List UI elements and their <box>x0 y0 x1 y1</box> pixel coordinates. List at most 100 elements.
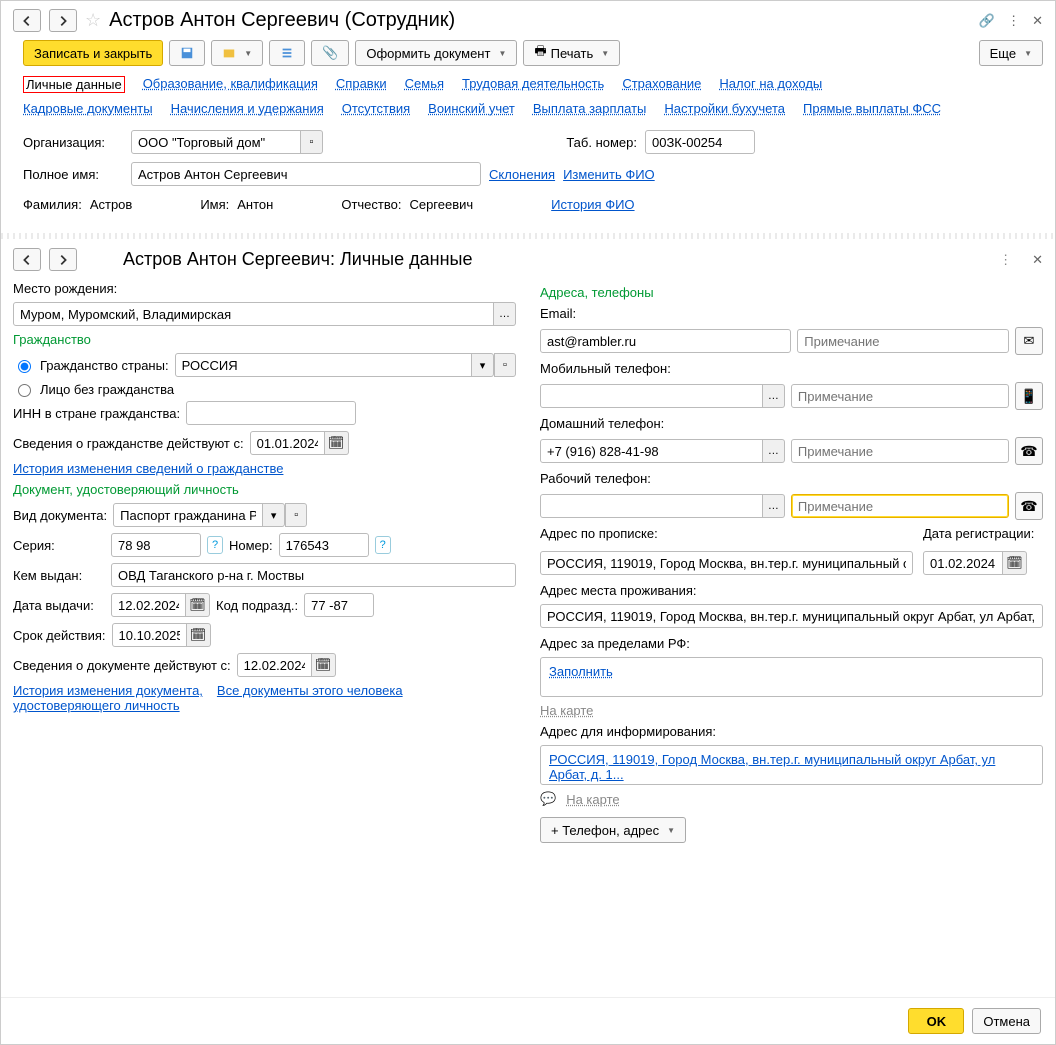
save-button[interactable] <box>169 40 205 66</box>
citizenship-country-radio[interactable] <box>18 360 31 373</box>
home-note-input[interactable] <box>791 439 1009 463</box>
live-addr-input[interactable] <box>540 604 1043 628</box>
attach-button[interactable]: 📎 <box>311 40 349 66</box>
patronymic-label: Отчество: <box>341 197 401 212</box>
org-input[interactable] <box>131 130 301 154</box>
foreign-addr-box[interactable]: Заполнить <box>540 657 1043 697</box>
stateless-radio[interactable] <box>18 384 31 397</box>
tab-hr-docs[interactable]: Кадровые документы <box>23 101 153 116</box>
tab-tax[interactable]: Налог на доходы <box>719 76 822 93</box>
email-note-input[interactable] <box>797 329 1009 353</box>
tab-education[interactable]: Образование, квалификация <box>143 76 318 93</box>
tab-personal[interactable]: Личные данные <box>23 76 125 93</box>
tab-payroll[interactable]: Начисления и удержания <box>171 101 324 116</box>
panel-kebab-icon[interactable]: ⋮ <box>999 252 1012 268</box>
number-input[interactable] <box>279 533 369 557</box>
reg-addr-label: Адрес по прописке: <box>540 526 658 541</box>
mobile-more-button[interactable]: … <box>763 384 785 408</box>
valid-until-calendar-icon[interactable]: 🗓 <box>187 623 211 647</box>
doc-type-input[interactable] <box>113 503 263 527</box>
back-button[interactable] <box>13 9 41 32</box>
folder-dropdown-button[interactable] <box>211 40 263 66</box>
add-phone-button[interactable]: + Телефон, адрес <box>540 817 686 843</box>
favorite-star-icon[interactable]: ☆ <box>85 10 101 31</box>
tab-insurance[interactable]: Страхование <box>622 76 701 93</box>
doc-from-calendar-icon[interactable]: 🗓 <box>312 653 336 677</box>
info-addr-value[interactable]: РОССИЯ, 119019, Город Москва, вн.тер.г. … <box>549 752 995 782</box>
citizenship-from-calendar-icon[interactable]: 🗓 <box>325 431 349 455</box>
work-more-button[interactable]: … <box>763 494 785 518</box>
doc-from-input[interactable] <box>237 653 312 677</box>
work-note-input[interactable] <box>791 494 1009 518</box>
citizenship-dropdown-button[interactable]: ▾ <box>472 353 494 377</box>
series-input[interactable] <box>111 533 201 557</box>
cancel-button[interactable]: Отмена <box>972 1008 1041 1034</box>
link-icon[interactable]: 🔗 <box>979 13 995 29</box>
tabnum-input[interactable] <box>645 130 755 154</box>
info-addr-box[interactable]: РОССИЯ, 119019, Город Москва, вн.тер.г. … <box>540 745 1043 785</box>
forward-button[interactable] <box>49 9 77 32</box>
tab-fss[interactable]: Прямые выплаты ФСС <box>803 101 941 116</box>
panel-close-icon[interactable]: ✕ <box>1032 252 1043 268</box>
tab-salary[interactable]: Выплата зарплаты <box>533 101 647 116</box>
on-map-link-2[interactable]: На карте <box>566 792 619 807</box>
issued-by-input[interactable] <box>111 563 516 587</box>
reg-date-calendar-icon[interactable]: 🗓 <box>1003 551 1027 575</box>
ok-button[interactable]: OK <box>908 1008 964 1034</box>
panel-back-button[interactable] <box>13 248 41 271</box>
birthplace-more-button[interactable]: … <box>494 302 516 326</box>
citizenship-country-input[interactable] <box>175 353 472 377</box>
save-close-button[interactable]: Записать и закрыть <box>23 40 163 66</box>
home-call-button[interactable]: ☎ <box>1015 437 1043 465</box>
birthplace-input[interactable] <box>13 302 494 326</box>
subdiv-input[interactable] <box>304 593 374 617</box>
mobile-note-input[interactable] <box>791 384 1009 408</box>
declension-link[interactable]: Склонения <box>489 167 555 182</box>
tab-military[interactable]: Воинский учет <box>428 101 515 116</box>
fullname-input[interactable] <box>131 162 481 186</box>
org-open-button[interactable]: ▫ <box>301 130 323 154</box>
format-doc-button[interactable]: Оформить документ <box>355 40 517 66</box>
history-fio-link[interactable]: История ФИО <box>551 197 634 212</box>
tab-family[interactable]: Семья <box>405 76 444 93</box>
more-button[interactable]: Еще <box>979 40 1043 66</box>
change-fio-link[interactable]: Изменить ФИО <box>563 167 655 182</box>
inn-input[interactable] <box>186 401 356 425</box>
work-call-button[interactable]: ☎ <box>1015 492 1043 520</box>
on-map-link-1[interactable]: На карте <box>540 703 593 718</box>
citizenship-country-label: Гражданство страны: <box>40 358 169 373</box>
comment-icon[interactable]: 💬 <box>540 791 556 807</box>
valid-until-input[interactable] <box>112 623 187 647</box>
citizenship-from-input[interactable] <box>250 431 325 455</box>
issue-date-calendar-icon[interactable]: 🗓 <box>186 593 210 617</box>
list-button[interactable] <box>269 40 305 66</box>
reg-addr-input[interactable] <box>540 551 913 575</box>
issue-date-input[interactable] <box>111 593 186 617</box>
panel-forward-button[interactable] <box>49 248 77 271</box>
doc-type-dropdown-button[interactable]: ▾ <box>263 503 285 527</box>
email-input[interactable] <box>540 329 791 353</box>
home-more-button[interactable]: … <box>763 439 785 463</box>
doc-history-link[interactable]: История изменения документа, <box>13 683 203 698</box>
mobile-call-button[interactable]: 📱 <box>1015 382 1043 410</box>
work-input[interactable] <box>540 494 763 518</box>
series-help-icon[interactable]: ? <box>207 536 223 554</box>
number-help-icon[interactable]: ? <box>375 536 391 554</box>
tab-work[interactable]: Трудовая деятельность <box>462 76 604 93</box>
doc-type-open-button[interactable]: ▫ <box>285 503 307 527</box>
foreign-fill-link[interactable]: Заполнить <box>549 664 613 679</box>
home-input[interactable] <box>540 439 763 463</box>
email-action-button[interactable]: ✉ <box>1015 327 1043 355</box>
kebab-menu-icon[interactable]: ⋮ <box>1007 13 1020 29</box>
tab-accounting[interactable]: Настройки бухучета <box>664 101 785 116</box>
print-button[interactable]: 🖶 Печать <box>523 40 620 66</box>
close-window-icon[interactable]: ✕ <box>1032 13 1043 29</box>
reg-date-input[interactable] <box>923 551 1003 575</box>
tab-certs[interactable]: Справки <box>336 76 387 93</box>
mobile-input[interactable] <box>540 384 763 408</box>
all-docs-link[interactable]: Все документы этого человека <box>217 683 403 698</box>
citizenship-history-link[interactable]: История изменения сведений о гражданстве <box>13 461 283 476</box>
tab-absence[interactable]: Отсутствия <box>342 101 410 116</box>
doc-history-link2[interactable]: удостоверяющего личность <box>13 698 180 713</box>
citizenship-open-button[interactable]: ▫ <box>494 353 516 377</box>
